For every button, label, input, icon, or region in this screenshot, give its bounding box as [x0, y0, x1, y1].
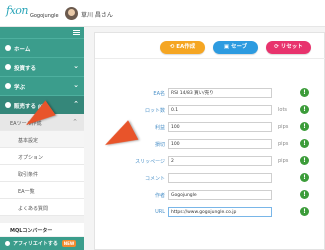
field-input[interactable]: 100 [168, 122, 272, 132]
info-alert-icon[interactable]: ! [300, 139, 309, 148]
new-badge: NEW [62, 240, 76, 247]
sidebar-sub-label: 取引条件 [18, 172, 39, 178]
sidebar-sub-trade-conditions[interactable]: 取引条件 [0, 165, 84, 182]
field-input[interactable]: Gogojungle [168, 190, 272, 200]
field-label: ロット数 [144, 108, 165, 114]
field-label: スリッページ [135, 159, 165, 165]
learn-icon [5, 83, 11, 89]
sidebar-item-label: MQLコンバーター [10, 228, 53, 234]
divider [95, 58, 325, 59]
info-alert-icon[interactable]: ! [300, 122, 309, 131]
chevron-up-icon: ⌃ [72, 118, 78, 126]
info-alert-icon[interactable]: ! [300, 156, 309, 165]
logo[interactable]: fxon Gogojungle [6, 4, 61, 24]
chevron-down-icon: ⌄ [73, 81, 79, 89]
sidebar-sub-label: EA一覧 [18, 189, 35, 195]
sidebar: ホーム 投資する ⌄ 学ぶ ⌄ 販売する β版 ⌃ EAツール作成 ⌃ 基本設定… [0, 27, 84, 250]
reset-button[interactable]: ⟳ リセット [266, 41, 311, 54]
top-bar: fxon Gogojungle 草川 昌さん [0, 0, 325, 27]
info-alert-icon[interactable]: ! [300, 190, 309, 199]
sidebar-item-affiliate[interactable]: アフィリエイトする NEW [0, 237, 84, 250]
sidebar-toggle-bar [0, 27, 84, 38]
chevron-down-icon: ⌄ [73, 62, 79, 70]
chevron-up-icon: ⌃ [73, 100, 79, 108]
field-label: 作者 [154, 193, 165, 199]
field-input[interactable] [168, 173, 272, 183]
field-input[interactable]: RSI 14/83 買い/売り [168, 88, 272, 98]
field-input[interactable]: 100 [168, 139, 272, 149]
field-label: EA名 [153, 91, 165, 97]
sidebar-item-home[interactable]: ホーム [0, 38, 84, 57]
sidebar-sub-label: 基本設定 [18, 138, 39, 144]
logo-mark: fxon [6, 4, 28, 17]
field-label: コメント [144, 176, 165, 182]
invest-icon [5, 64, 11, 70]
sidebar-item-mql-converter[interactable]: MQLコンバーター [0, 223, 84, 236]
sidebar-item-label: アフィリエイトする [13, 241, 58, 247]
home-icon [5, 45, 11, 51]
affiliate-icon [5, 241, 10, 246]
field-unit: pips [278, 158, 289, 164]
sidebar-item-label: ホーム [14, 47, 31, 53]
sidebar-item-label: 学ぶ [14, 85, 26, 91]
field-unit: lots [278, 107, 288, 113]
field-unit: pips [278, 124, 289, 130]
info-alert-icon[interactable]: ! [300, 207, 309, 216]
hamburger-icon[interactable] [73, 30, 80, 35]
avatar[interactable] [65, 7, 78, 20]
logo-text: Gogojungle [30, 13, 59, 19]
sidebar-item-learn[interactable]: 学ぶ ⌄ [0, 76, 84, 95]
sidebar-sub-label: よくある質問 [18, 206, 49, 212]
save-button[interactable]: ▣ セーブ [213, 41, 258, 54]
info-alert-icon[interactable]: ! [300, 88, 309, 97]
sidebar-sub-label: オプション [18, 155, 44, 161]
sidebar-sub-basic-settings[interactable]: 基本設定 [0, 131, 84, 148]
sidebar-sub-ea-list[interactable]: EA一覧 [0, 182, 84, 199]
info-alert-icon[interactable]: ! [300, 173, 309, 182]
field-unit: pips [278, 141, 289, 147]
username[interactable]: 草川 昌さん [81, 10, 113, 19]
sidebar-sub-options[interactable]: オプション [0, 148, 84, 165]
sidebar-item-label: 投資する [14, 66, 37, 72]
info-alert-icon[interactable]: ! [300, 105, 309, 114]
field-input[interactable]: 0.1 [168, 105, 272, 115]
field-input[interactable]: 2 [168, 156, 272, 166]
sell-icon [5, 102, 11, 108]
sidebar-sub-faq[interactable]: よくある質問 [0, 199, 84, 216]
field-input[interactable]: https://www.gogojungle.co.jp [168, 207, 272, 217]
sidebar-item-invest[interactable]: 投資する ⌄ [0, 57, 84, 76]
ea-create-button[interactable]: ⟲ EA作成 [160, 41, 205, 54]
field-label: URL [155, 209, 165, 215]
